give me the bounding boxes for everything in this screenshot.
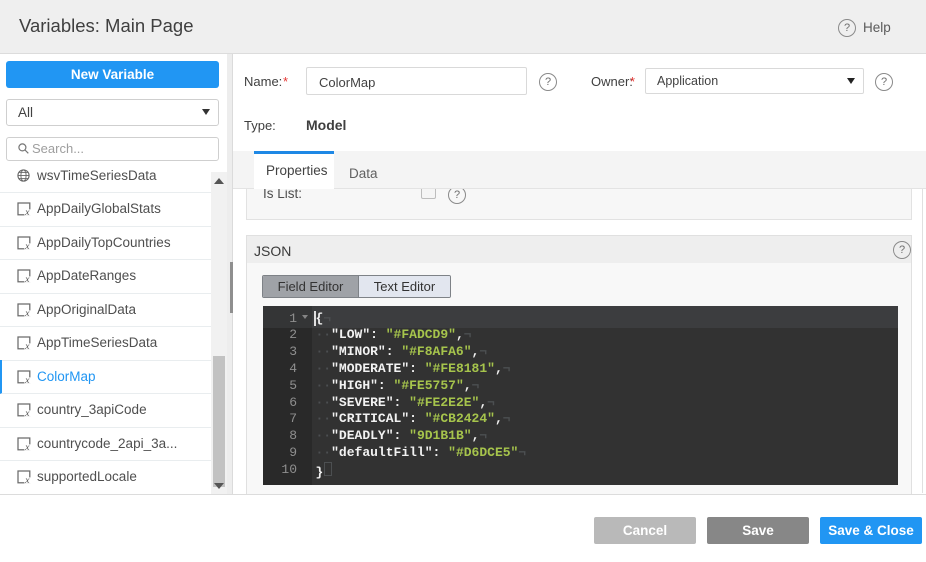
svg-text:x: x	[24, 409, 30, 417]
svg-text:x: x	[24, 376, 30, 384]
svg-text:x: x	[24, 443, 30, 451]
svg-text:x: x	[24, 242, 30, 250]
svg-text:x: x	[24, 342, 30, 350]
svg-text:x: x	[24, 275, 30, 283]
svg-text:x: x	[24, 476, 30, 484]
svg-text:x: x	[24, 208, 30, 216]
svg-text:x: x	[24, 309, 30, 317]
